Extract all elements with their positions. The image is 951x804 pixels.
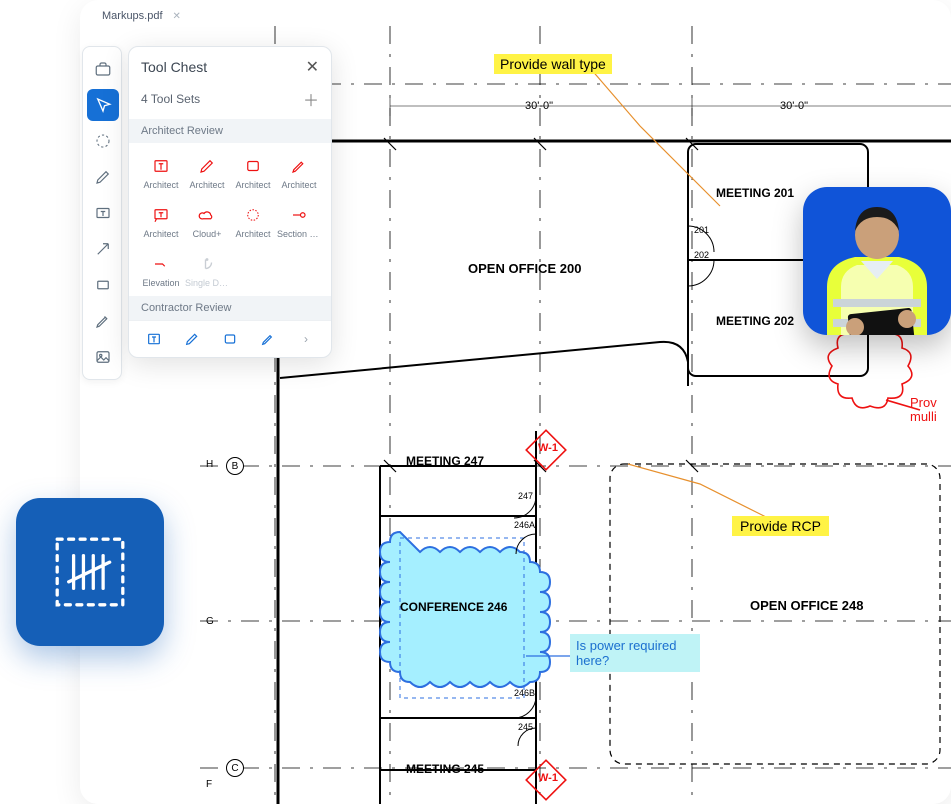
room-label: OPEN OFFICE 200 [468,261,581,276]
tool-architect-pen[interactable]: Architect [185,153,229,196]
tool-architect-rect[interactable]: Architect [231,153,275,196]
textbox-icon[interactable] [144,329,164,349]
chevron-right-icon[interactable]: › [296,329,316,349]
gridline-label: F [206,779,212,790]
door-tag: 246B [514,688,535,698]
document-tab[interactable]: Markups.pdf ✕ [98,6,189,28]
room-label: CONFERENCE 246 [400,600,507,614]
lasso-icon[interactable] [83,123,123,159]
rectangle-icon[interactable] [220,329,240,349]
room-label: MEETING 245 [406,762,484,776]
room-label: MEETING 202 [716,314,794,328]
tool-section-detail[interactable]: Section D… [277,202,321,245]
person-avatar-icon [803,191,951,335]
room-label: OPEN OFFICE 248 [750,598,863,613]
section-tag: W-1 [538,772,558,784]
tool-architect-revcloud[interactable]: Architect [231,202,275,245]
tool-architect-highlighter[interactable]: Architect [277,153,321,196]
arrow-icon[interactable] [83,231,123,267]
toolset-section-label[interactable]: Architect Review [129,119,331,143]
highlighter-icon[interactable] [258,329,278,349]
briefcase-icon[interactable] [83,51,123,87]
tab-filename: Markups.pdf [102,10,163,22]
dimension-label: 30'-0" [525,100,553,112]
tool-chest-panel: Tool Chest ✕ 4 Tool Sets ＋ Architect Rev… [128,46,332,358]
dimension-label: 30'-0" [780,100,808,112]
close-icon[interactable]: ✕ [173,11,181,22]
cursor-icon[interactable] [87,89,119,121]
toolset-section-label[interactable]: Contractor Review [129,296,331,320]
toolset-grid: Architect Architect Architect Architect … [129,143,331,296]
pen-icon[interactable] [182,329,202,349]
door-tag: 202 [694,250,709,260]
pen-icon[interactable] [83,159,123,195]
image-icon[interactable] [83,339,123,375]
tool-chest-bottombar: › [129,320,331,357]
vertical-toolbar [82,46,122,380]
tool-chest-subtitle: 4 Tool Sets [141,92,200,106]
callout-rcp[interactable]: Provide RCP [732,516,829,536]
callout-power-note[interactable]: Is power required here? [570,634,700,672]
door-tag: 247 [518,491,533,501]
highlighter-icon[interactable] [83,303,123,339]
close-icon[interactable]: ✕ [306,57,319,77]
counting-tile[interactable] [16,498,164,646]
callout-wall-type[interactable]: Provide wall type [494,54,612,74]
gridline-bubble: B [226,457,244,475]
gridline-label: H [206,459,213,470]
tally-grid-icon [49,531,131,613]
section-tag: W-1 [538,442,558,454]
textbox-icon[interactable] [83,195,123,231]
gridline-label: G [206,616,214,627]
door-tag: 246A [514,520,535,530]
tool-architect-textbox[interactable]: Architect [139,153,183,196]
door-tag: 201 [694,225,709,235]
room-label: MEETING 247 [406,454,484,468]
door-tag: 245 [518,722,533,732]
tool-architect-calloutbox[interactable]: Architect [139,202,183,245]
tool-single-door[interactable]: Single Do… [185,251,229,294]
callout-mullion[interactable]: Provmulli [910,396,937,425]
tool-chest-header: Tool Chest ✕ [129,47,331,87]
add-icon[interactable]: ＋ [303,87,319,111]
tool-chest-title: Tool Chest [141,59,207,75]
room-label: MEETING 201 [716,186,794,200]
tool-elevation[interactable]: Elevation [139,251,183,294]
tab-bar: Markups.pdf ✕ [98,6,189,28]
rectangle-icon[interactable] [83,267,123,303]
gridline-bubble: C [226,759,244,777]
tool-cloud-plus[interactable]: Cloud+ [185,202,229,245]
avatar [803,187,951,335]
